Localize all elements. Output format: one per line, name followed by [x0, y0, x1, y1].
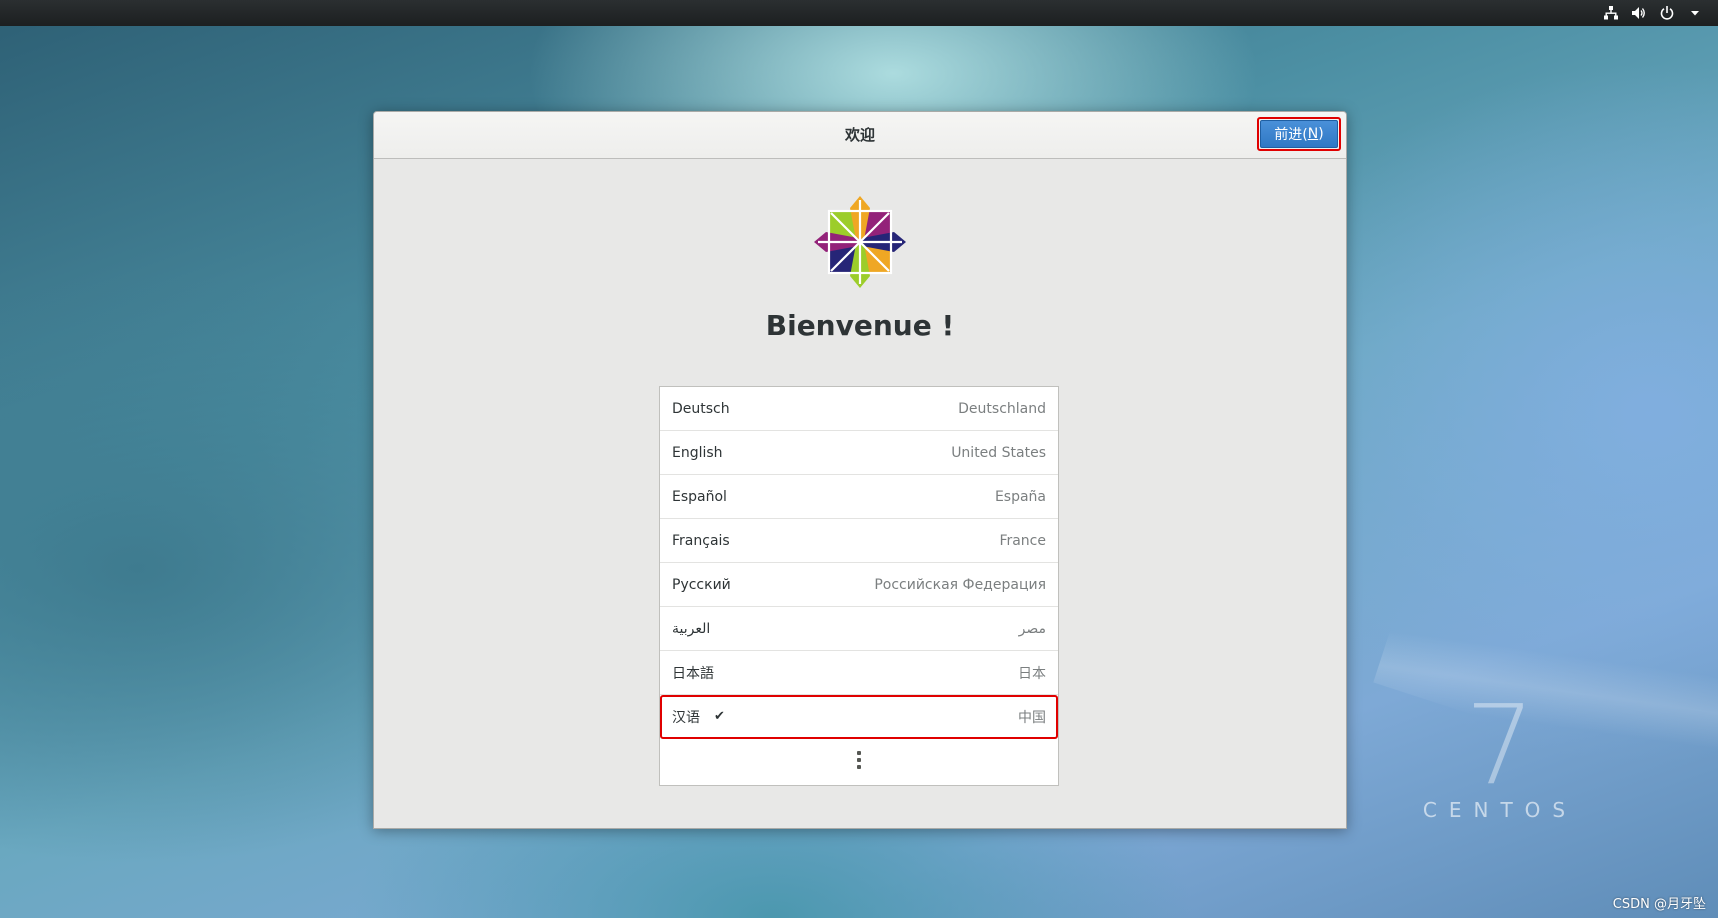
chevron-down-icon[interactable] [1684, 2, 1706, 24]
power-icon[interactable] [1656, 2, 1678, 24]
next-button-highlight: 前进(N) [1257, 117, 1341, 151]
next-button-label-suffix: ) [1318, 126, 1324, 142]
csdn-credit: CSDN @月牙坠 [1612, 897, 1706, 912]
top-bar [0, 0, 1718, 26]
language-row-francais[interactable]: Français France [660, 519, 1058, 563]
language-country: Deutschland [958, 400, 1046, 417]
welcome-dialog: 欢迎 前进(N) Bienvenue ! Deutsch Deutschlan… [373, 111, 1347, 829]
language-country: España [994, 488, 1046, 505]
language-row-russian[interactable]: Русский Российская Федерация [660, 563, 1058, 607]
language-country: 中国 [1018, 709, 1046, 726]
next-button-label-prefix: 前进( [1274, 127, 1308, 143]
volume-icon[interactable] [1628, 2, 1650, 24]
centos-watermark: 7 CENTOS [1400, 690, 1600, 830]
language-country: 日本 [1018, 665, 1046, 682]
language-name: Deutsch [672, 400, 730, 417]
centos-logo-icon [814, 196, 906, 288]
language-row-japanese[interactable]: 日本語 日本 [660, 651, 1058, 695]
language-country: France [999, 532, 1046, 549]
language-name: English [672, 444, 723, 461]
watermark-brand: CENTOS [1422, 798, 1578, 822]
language-name: Español [672, 488, 727, 505]
language-name: 日本語 [672, 665, 714, 682]
language-list: Deutsch Deutschland English United State… [659, 386, 1059, 786]
language-name: العربية [672, 620, 711, 637]
dialog-title: 欢迎 [844, 126, 875, 144]
language-name: Français [672, 532, 730, 549]
language-country: United States [951, 444, 1046, 461]
network-icon[interactable] [1600, 2, 1622, 24]
dialog-header: 欢迎 前进(N) [374, 112, 1346, 159]
watermark-version: 7 [1465, 681, 1535, 809]
welcome-heading: Bienvenue ! [765, 309, 955, 342]
language-row-chinese[interactable]: 汉语 ✔ 中国 [660, 695, 1058, 739]
next-button-mnemonic: N [1307, 126, 1319, 142]
language-name: Русский [672, 576, 731, 593]
language-row-espanol[interactable]: Español España [660, 475, 1058, 519]
language-name: 汉语 [672, 709, 700, 726]
desktop-background: 7 CENTOS 欢迎 前进(N) Bienvenue ! Deutsch D… [0, 0, 1718, 918]
language-row-english[interactable]: English United States [660, 431, 1058, 475]
more-languages-button[interactable] [660, 739, 1058, 781]
checkmark-icon: ✔ [714, 709, 725, 724]
more-vertical-icon [856, 751, 862, 769]
language-country: Российская Федерация [874, 576, 1046, 593]
language-row-deutsch[interactable]: Deutsch Deutschland [660, 387, 1058, 431]
language-row-arabic[interactable]: العربية مصر [660, 607, 1058, 651]
next-button[interactable]: 前进(N) [1260, 120, 1338, 148]
language-country: مصر [1018, 620, 1046, 637]
